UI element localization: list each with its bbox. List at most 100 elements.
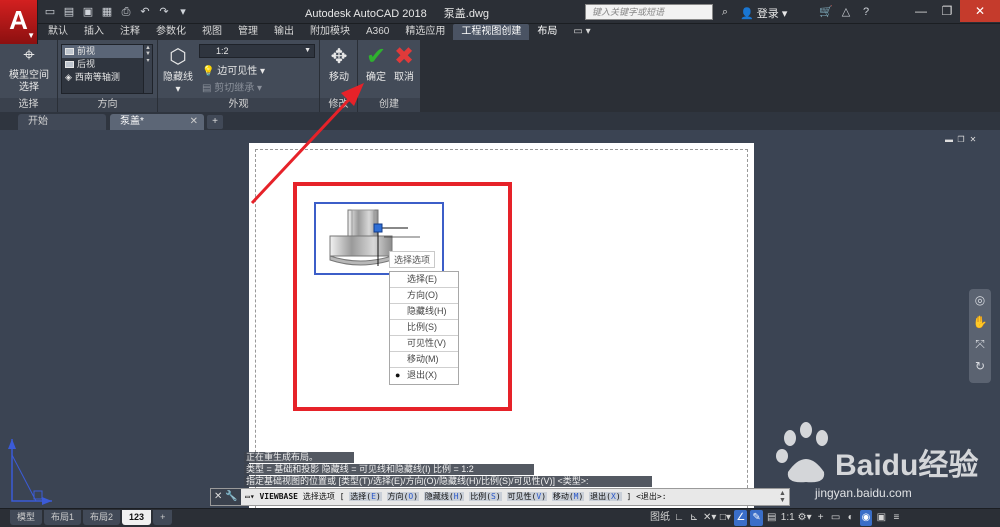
save-icon[interactable]: ▣ [80, 4, 96, 20]
cmd-option-exit[interactable]: 退出(X) [589, 492, 622, 501]
open-icon[interactable]: ▤ [61, 4, 77, 20]
command-line-grip[interactable]: ✕ 🔧 [211, 489, 241, 505]
cmd-option-visibility[interactable]: 可见性(V) [506, 492, 548, 501]
ok-button[interactable]: ✔ 确定 [362, 44, 390, 84]
command-line[interactable]: ✕ 🔧 ▭▾ VIEWBASE 选择选项 [ 选择(E) 方向(O) 隐藏线(H… [210, 488, 790, 506]
zoom-extents-icon[interactable]: ⤧ [969, 333, 991, 355]
cut-inherit-button[interactable]: ▤ 剪切继承 ▾ [202, 79, 262, 94]
polar-icon[interactable]: ✕▾ [703, 510, 716, 526]
orientation-list[interactable]: 前视 后视 ◈ 西南等轴测 ▲ ▼ ▾ [61, 44, 153, 94]
viewport-minimize-icon[interactable]: ▬ [944, 135, 954, 145]
customize-dropdown-icon[interactable]: ▾ [175, 4, 191, 20]
orientation-item-back[interactable]: 后视 [62, 58, 152, 71]
scale-dropdown[interactable]: 1:2 ▼ [199, 44, 315, 58]
maximize-icon[interactable]: ❐ [934, 0, 960, 22]
layout-tab-layout1[interactable]: 布局1 [44, 510, 82, 525]
cmd-option-select[interactable]: 选择(E) [349, 492, 382, 501]
units-icon[interactable]: ▭ [830, 510, 842, 526]
menu-item-hidden-lines[interactable]: 隐藏线(H) [390, 304, 458, 320]
osnap-icon[interactable]: □▾ [719, 510, 731, 526]
close-icon[interactable]: ✕ [960, 0, 1000, 22]
clean-screen-icon[interactable]: ▣ [875, 510, 887, 526]
tab-manage[interactable]: 管理 [230, 24, 266, 40]
hidden-lines-label: 隐藏线 [163, 72, 193, 83]
cmd-option-scale[interactable]: 比例(S) [469, 492, 502, 501]
new-tab-button[interactable]: + [207, 115, 223, 129]
help-icon[interactable]: ? [858, 4, 874, 20]
model-space-select-button[interactable]: ⌖ 模型空间 选择 [4, 42, 54, 94]
customize-status-icon[interactable]: ≡ [890, 510, 902, 526]
isolate-icon[interactable]: ◐ [845, 510, 857, 526]
viewport-restore-icon[interactable]: ❐ [956, 135, 966, 145]
cart-icon[interactable]: 🛒 [818, 4, 834, 20]
pan-icon[interactable]: ✋ [969, 311, 991, 333]
scale-readout[interactable]: 1:1 [781, 510, 795, 526]
exchange-icon[interactable]: △ [838, 4, 854, 20]
paper-space-toggle[interactable]: 图纸 [650, 510, 670, 526]
search-input[interactable]: 键入关键字或短语 [585, 4, 713, 20]
hardware-acceleration-icon[interactable]: ◉ [859, 510, 873, 526]
orientation-item-front[interactable]: 前视 [62, 45, 152, 58]
redo-icon[interactable]: ↷ [156, 4, 172, 20]
edge-visibility-button[interactable]: 💡 边可见性 ▾ [202, 62, 265, 77]
menu-item-exit[interactable]: ● 退出(X) [390, 368, 458, 384]
orientation-panel-title: 方向 [58, 98, 157, 112]
status-bar: 模型 布局1 布局2 123 + 图纸 ∟ ⊾ ✕▾ □▾ ∠ ✎ ▤ 1:1 … [0, 508, 1000, 527]
new-icon[interactable]: ▭ [42, 4, 58, 20]
orientation-item-sw-iso[interactable]: ◈ 西南等轴测 [62, 71, 152, 84]
steering-wheel-icon[interactable]: ◎ [969, 289, 991, 311]
tab-parametric[interactable]: 参数化 [148, 24, 194, 40]
file-tab-start[interactable]: 开始 [18, 114, 106, 130]
undo-icon[interactable]: ↶ [137, 4, 153, 20]
close-tab-icon[interactable]: ✕ [190, 114, 198, 130]
tab-addins[interactable]: 附加模块 [302, 24, 358, 40]
annotation-monitor-icon[interactable]: + [815, 510, 827, 526]
application-menu-button[interactable]: A ▼ [0, 0, 38, 44]
modify-panel-title: 修改 [320, 98, 357, 112]
otrack-icon[interactable]: ∠ [734, 510, 748, 526]
add-layout-button[interactable]: + [153, 510, 173, 525]
window-title: Autodesk AutoCAD 2018 泵盖.dwg [305, 5, 503, 21]
cmd-option-orientation[interactable]: 方向(O) [386, 492, 420, 501]
annotation-scale-icon[interactable]: ▤ [766, 510, 778, 526]
search-icon[interactable]: ⌕ [716, 4, 734, 20]
viewport-close-icon[interactable]: ✕ [968, 135, 978, 145]
tab-output[interactable]: 输出 [266, 24, 302, 40]
save-as-icon[interactable]: ▦ [99, 4, 115, 20]
menu-item-select[interactable]: 选择(E) [390, 272, 458, 288]
lineweight-icon[interactable]: ✎ [750, 510, 763, 526]
layout-tab-123[interactable]: 123 [122, 510, 152, 525]
tab-default[interactable]: 默认 [40, 24, 76, 40]
orbit-icon[interactable]: ↻ [969, 355, 991, 377]
tab-insert[interactable]: 插入 [76, 24, 112, 40]
cmd-option-hidden-lines[interactable]: 隐藏线(H) [423, 492, 465, 501]
cmd-option-move[interactable]: 移动(M) [551, 492, 585, 501]
tab-annotate[interactable]: 注释 [112, 24, 148, 40]
tab-view[interactable]: 视图 [194, 24, 230, 40]
tab-layout[interactable]: 布局 [529, 24, 565, 40]
login-button[interactable]: 👤 登录 ▾ [740, 5, 787, 21]
tab-drawing-view-creation[interactable]: 工程视图创建 [453, 24, 530, 40]
ortho-icon[interactable]: ⊾ [688, 510, 700, 526]
model-space-select-label: 模型空间 选择 [9, 70, 49, 93]
menu-item-orientation[interactable]: 方向(O) [390, 288, 458, 304]
menu-item-scale[interactable]: 比例(S) [390, 320, 458, 336]
print-icon[interactable]: ⎙ [118, 4, 134, 20]
ribbon-empty-area [420, 40, 1000, 112]
file-tab-pump-cover[interactable]: 泵盖* ✕ [110, 114, 204, 130]
hidden-lines-button[interactable]: ⬡ 隐藏线 ▾ [160, 44, 196, 96]
menu-item-visibility[interactable]: 可见性(V) [390, 336, 458, 352]
cancel-button[interactable]: ✖ 取消 [390, 44, 418, 84]
menu-item-move[interactable]: 移动(M) [390, 352, 458, 368]
tab-a360[interactable]: A360 [358, 24, 397, 40]
tab-featured-apps[interactable]: 精选应用 [397, 24, 453, 40]
command-history-scroll[interactable]: ▲ ▼ [779, 490, 787, 504]
workspace-gear-icon[interactable]: ⚙▾ [798, 510, 812, 526]
layout-tab-model[interactable]: 模型 [10, 510, 43, 525]
minimize-icon[interactable]: — [908, 0, 934, 22]
layout-tab-layout2[interactable]: 布局2 [83, 510, 121, 525]
ribbon-options-icon[interactable]: ▭ ▾ [565, 24, 598, 40]
orientation-list-scrollbar[interactable]: ▲ ▼ ▾ [143, 45, 152, 93]
move-button[interactable]: ✥ 移动 [322, 44, 356, 84]
snap-icon[interactable]: ∟ [673, 510, 685, 526]
